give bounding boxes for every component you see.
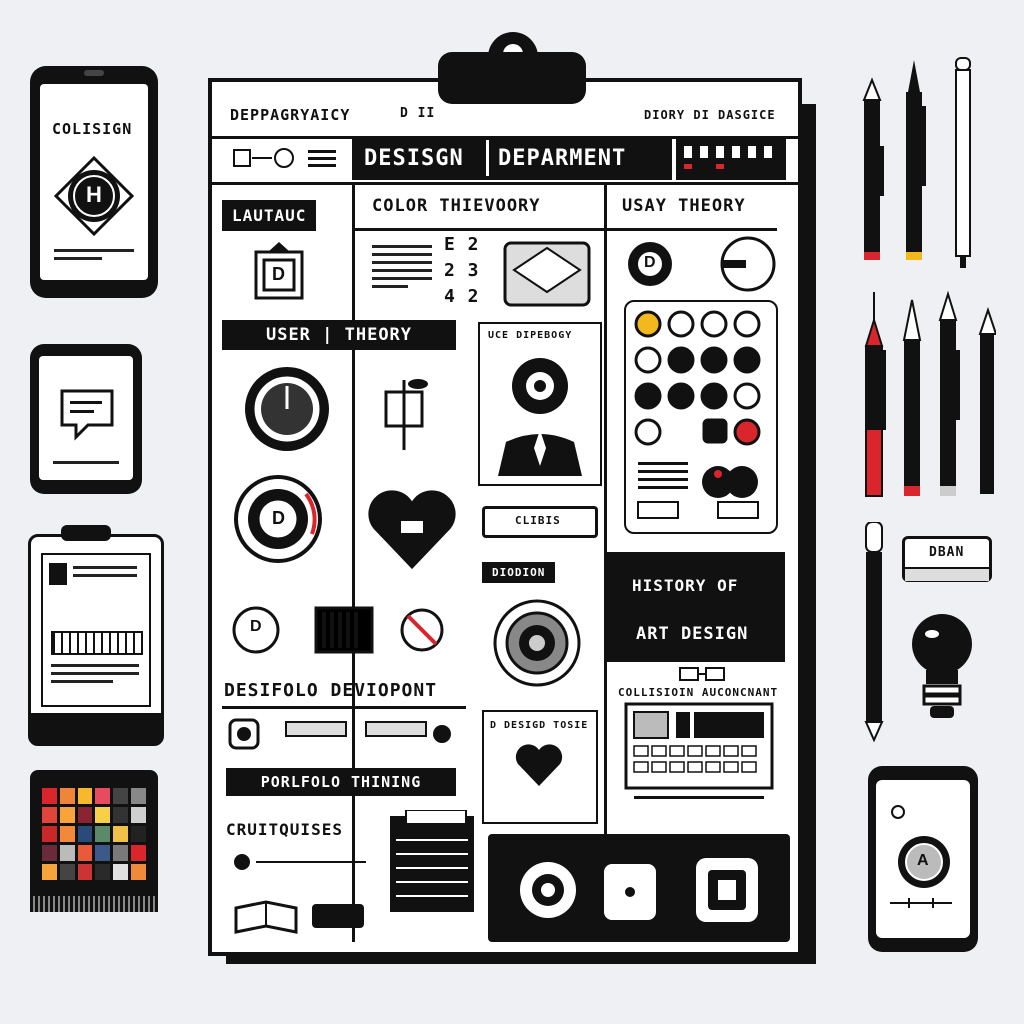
left-tablet xyxy=(28,525,164,746)
user-theory-bar: USER | THEORY xyxy=(222,320,456,350)
lautauc-tag: LAUTAUC xyxy=(222,200,317,231)
palette-swatch xyxy=(95,864,111,880)
palette-swatch xyxy=(131,864,146,880)
button-grid xyxy=(624,300,778,534)
person-icon xyxy=(490,346,590,476)
palette-swatch xyxy=(131,845,146,861)
envelope-icon xyxy=(502,240,592,310)
palette-swatch xyxy=(59,826,75,842)
left-phone-1: COLISIGN H xyxy=(30,66,158,298)
palette-swatch xyxy=(77,826,93,842)
palette-swatch xyxy=(131,807,146,823)
d-mini-icon xyxy=(49,563,67,585)
text-lines xyxy=(54,244,134,265)
pen-set xyxy=(856,56,986,286)
right-phone: A xyxy=(868,766,978,952)
board-header: DEPPAGRYAICY D II DIORY DI DASGICE xyxy=(212,96,798,139)
title-left: DESISGN xyxy=(364,146,464,171)
palette-swatch xyxy=(59,807,75,823)
header-left-label: DEPPAGRYAICY xyxy=(230,106,351,124)
swatch-bar xyxy=(676,136,786,180)
widget-row xyxy=(226,716,456,756)
lightbulb-icon xyxy=(906,608,978,724)
palette-swatch xyxy=(42,807,57,823)
usay-theory-label: USAY THEORY xyxy=(622,196,746,216)
palette-swatch xyxy=(113,788,129,804)
dial-icon xyxy=(232,364,342,454)
history-panel xyxy=(607,552,785,662)
header-mid-label: D II xyxy=(400,106,436,121)
collision-label: COLLISIOIN AUCONCNANT xyxy=(618,686,779,699)
d-letter-4: D xyxy=(644,254,657,271)
theory-lines xyxy=(372,240,432,293)
number-2: 2 3 xyxy=(444,260,480,281)
porlfolo-bar: PORLFOLO THINING xyxy=(226,768,456,796)
palette-swatch xyxy=(42,864,57,880)
number-1: E 2 xyxy=(444,234,480,255)
palette-swatch xyxy=(59,864,75,880)
palette-swatch xyxy=(42,826,57,842)
palette-swatch xyxy=(59,845,75,861)
design-board: DEPPAGRYAICY D II DIORY DI DASGICE DESIS… xyxy=(208,32,802,956)
art-design-label: ART DESIGN xyxy=(636,624,749,644)
file-stack-icon xyxy=(386,810,496,920)
gear-dial-icon xyxy=(492,598,582,688)
palette-swatch xyxy=(95,845,111,861)
palette-swatch xyxy=(113,864,129,880)
glasses-icon xyxy=(678,666,728,682)
keyboard-icon xyxy=(624,702,774,812)
pencil-long xyxy=(862,522,886,742)
marker-set xyxy=(856,290,996,500)
eraser: DBAN xyxy=(902,536,992,582)
palette-swatch xyxy=(95,826,111,842)
palette-swatch xyxy=(113,807,129,823)
title-row: DESISGN DEPARMENT xyxy=(212,136,798,185)
palette-swatch xyxy=(59,788,75,804)
palette-swatch xyxy=(77,788,93,804)
phone-glyph: H xyxy=(86,182,103,207)
palette-swatch xyxy=(95,807,111,823)
desifolo-label: DESIFOLO DEVIOPONT xyxy=(224,680,438,701)
toggle-icon xyxy=(232,144,342,172)
d-letter-1: D xyxy=(272,264,286,284)
palette-swatch xyxy=(113,845,129,861)
design-tosie-card: D DESIGD TOSIE xyxy=(482,710,598,824)
title-right: DEPARMENT xyxy=(498,146,627,171)
chat-bubble-icon xyxy=(57,386,117,446)
phone-label: COLISIGN xyxy=(52,120,133,138)
history-label: HISTORY OF xyxy=(632,576,739,595)
palette-swatch xyxy=(77,845,93,861)
header-right-label: DIORY DI DASGICE xyxy=(644,108,776,122)
portrait-card: UCE DIPEBOGY xyxy=(478,322,602,486)
palette-swatch xyxy=(95,788,111,804)
phone-glyph-right: A xyxy=(917,852,930,869)
diodion-label: DIODION xyxy=(482,562,556,583)
palette-swatch xyxy=(77,864,93,880)
sign-icon xyxy=(372,372,442,452)
palette-swatch xyxy=(42,788,57,804)
eraser-label: DBAN xyxy=(929,545,965,560)
d-letter-3: D xyxy=(250,618,263,635)
palette-swatch xyxy=(113,826,129,842)
left-phone-2 xyxy=(30,344,142,494)
color-palette-tablet xyxy=(30,770,158,912)
clibis-button[interactable]: CLIBIS xyxy=(482,506,598,538)
palette-swatch xyxy=(131,788,146,804)
heart-small-icon xyxy=(514,742,564,788)
heart-icon xyxy=(362,480,462,580)
crutiquises-label: CRUITQUISES xyxy=(226,820,343,839)
media-strip xyxy=(488,834,790,942)
book-icons xyxy=(226,848,376,938)
palette-grid xyxy=(42,788,146,880)
color-theory-label: COLOR THIEVOORY xyxy=(372,196,541,216)
palette-swatch xyxy=(131,826,146,842)
palette-swatch xyxy=(42,845,57,861)
number-3: 4 2 xyxy=(444,286,480,307)
uce-label: UCE DIPEBOGY xyxy=(488,330,573,341)
d-letter-2: D xyxy=(272,508,286,528)
palette-swatch xyxy=(77,807,93,823)
